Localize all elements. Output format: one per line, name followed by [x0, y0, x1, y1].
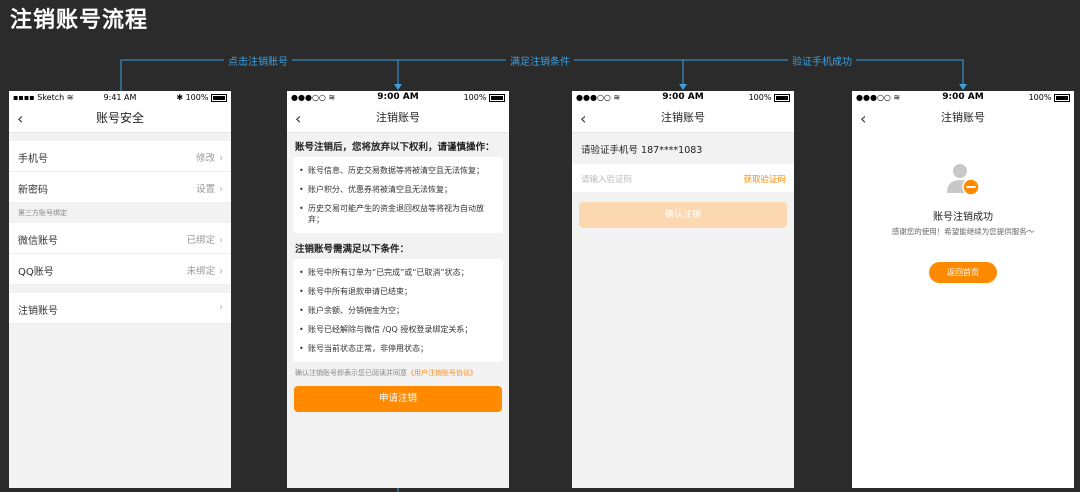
confirm-cancel-button[interactable]: 确认注销: [579, 202, 787, 228]
battery-indicator: 100%: [464, 93, 505, 102]
list-item: 账号中所有订单为“已完成”或“已取消”状态；: [299, 263, 497, 282]
nav-bar: ‹ 注销账号: [287, 104, 509, 133]
get-code-button[interactable]: 获取验证码: [743, 173, 786, 185]
nav-bar: ‹ 注销账号: [572, 104, 794, 133]
status-bar: ●●●○○ ≋ 9:00 AM 100%: [572, 91, 794, 104]
flow-arrow-3: [959, 84, 967, 90]
nav-bar: ‹ 注销账号: [852, 104, 1074, 132]
list-item: 账号已经解除与微信 /QQ 授权登录绑定关系；: [299, 320, 497, 339]
status-bar: ●●●○○ ≋ 9:00 AM 100%: [852, 91, 1074, 104]
list-item: 历史交易可能产生的资金退回权益等将视为自动放弃；: [299, 199, 497, 229]
chevron-right-icon: ›: [219, 266, 223, 277]
list-item: 账户积分、优惠券将被清空且无法恢复；: [299, 180, 497, 199]
success-subtitle: 感谢您的使用！希望能继续为您提供服务～: [891, 227, 1035, 236]
battery-indicator: 100%: [749, 93, 790, 102]
chevron-right-icon: ›: [219, 302, 223, 313]
status-bar: ▪▪▪▪ Sketch ≋ 9:41 AM ✱ 100%: [9, 91, 231, 104]
apply-cancel-button[interactable]: 申请注销: [294, 386, 502, 412]
nav-title: 账号安全: [95, 111, 144, 125]
nav-title: 注销账号: [376, 111, 420, 124]
conditions-card: 账号中所有订单为“已完成”或“已取消”状态； 账号中所有退款申请已结束； 账户余…: [293, 259, 503, 362]
back-icon[interactable]: ‹: [17, 109, 23, 128]
screen-account-security: ▪▪▪▪ Sketch ≋ 9:41 AM ✱ 100% ‹ 账号安全 手机号 …: [9, 91, 231, 488]
code-input[interactable]: 请输入验证码: [581, 173, 632, 185]
code-input-row: 请输入验证码 获取验证码: [572, 164, 794, 192]
verify-phone-text: 请验证手机号 187****1083: [581, 145, 703, 156]
conditions-heading: 注销账号需满足以下条件：: [295, 244, 410, 255]
list-item: 账号信息、历史交易数据等将被清空且无法恢复；: [299, 161, 497, 180]
row-phone[interactable]: 手机号 修改 ›: [9, 141, 231, 172]
agreement-text: 确认注销账号即表示您已阅读并同意《用户注销账号协议》: [295, 369, 477, 377]
nav-title: 注销账号: [941, 111, 985, 124]
flow-label-3: 验证手机成功: [788, 53, 856, 68]
agreement-link[interactable]: 《用户注销账号协议》: [407, 369, 477, 377]
row-qq[interactable]: QQ账号 未绑定 ›: [9, 254, 231, 285]
screen-cancel-success: ●●●○○ ≋ 9:00 AM 100% ‹ 注销账号 账号注销成功 感谢您的使…: [852, 91, 1074, 488]
list-item: 账户余额、分销佣金为空；: [299, 301, 497, 320]
chevron-right-icon: ›: [219, 184, 223, 195]
chevron-right-icon: ›: [219, 235, 223, 246]
flow-label-1: 点击注销账号: [224, 53, 292, 68]
battery-indicator: ✱ 100%: [176, 93, 227, 102]
back-icon[interactable]: ‹: [860, 109, 866, 128]
list-item: 账号当前状态正常，非停用状态；: [299, 339, 497, 358]
back-home-button[interactable]: 返回首页: [929, 262, 997, 283]
row-cancel-account[interactable]: 注销账号 ›: [9, 293, 231, 324]
chevron-right-icon: ›: [219, 153, 223, 164]
flow-label-2: 满足注销条件: [506, 53, 574, 68]
success-title: 账号注销成功: [933, 212, 993, 223]
user-removed-icon: [947, 164, 980, 196]
flow-arrow-1: [394, 84, 402, 90]
status-bar: ●●●○○ ≋ 9:00 AM 100%: [287, 91, 509, 104]
row-password[interactable]: 新密码 设置 ›: [9, 172, 231, 203]
rights-heading: 账号注销后，您将放弃以下权利，请谨慎操作：: [295, 142, 495, 153]
flow-arrow-2: [679, 84, 687, 90]
row-wechat[interactable]: 微信账号 已绑定 ›: [9, 223, 231, 254]
section-third-party: 第三方账号绑定: [18, 209, 67, 217]
nav-title: 注销账号: [661, 111, 705, 124]
battery-indicator: 100%: [1029, 93, 1070, 102]
back-icon[interactable]: ‹: [295, 109, 301, 128]
rights-card: 账号信息、历史交易数据等将被清空且无法恢复； 账户积分、优惠券将被清空且无法恢复…: [293, 157, 503, 233]
list-item: 账号中所有退款申请已结束；: [299, 282, 497, 301]
screen-cancel-account: ●●●○○ ≋ 9:00 AM 100% ‹ 注销账号 账号注销后，您将放弃以下…: [287, 91, 509, 488]
screen-verify-phone: ●●●○○ ≋ 9:00 AM 100% ‹ 注销账号 请验证手机号 187**…: [572, 91, 794, 488]
back-icon[interactable]: ‹: [580, 109, 586, 128]
nav-bar: ‹ 账号安全: [9, 104, 231, 133]
